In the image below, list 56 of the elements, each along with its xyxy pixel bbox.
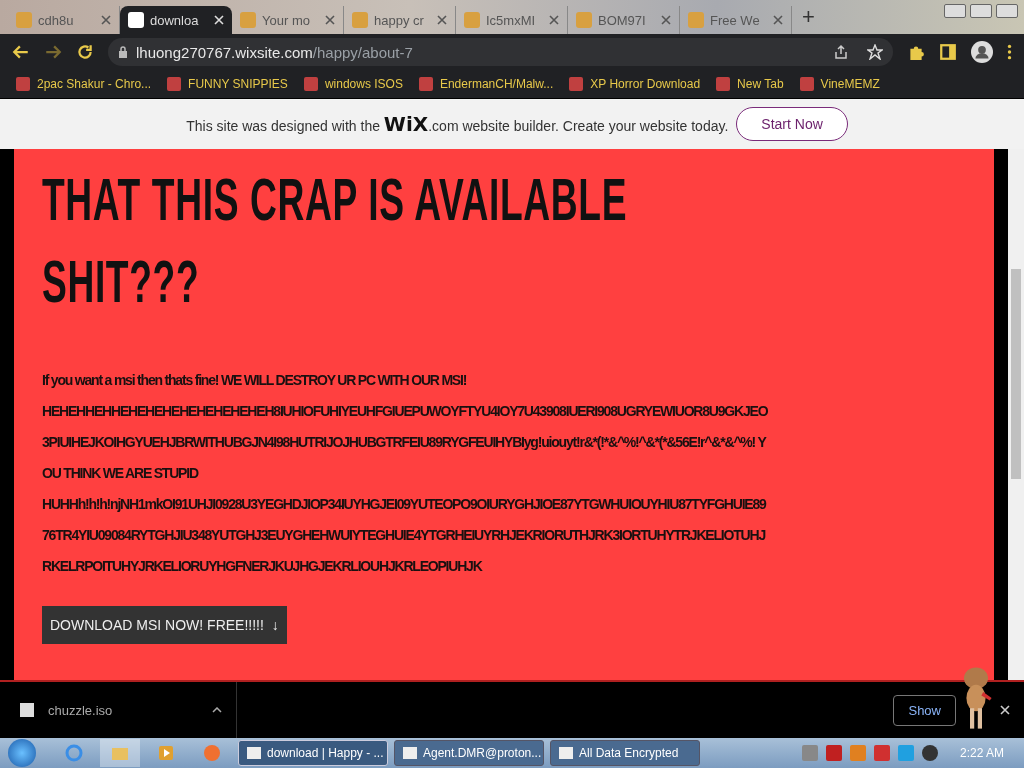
body-text: HUHHh!h!h!njNH1mkOI91UHJI0928U3YEGHDJIOP34IUYHGJEI09YUTEOPO9OIURYGHJIOE87YTGWHUIOUYHIU87TYFGHUIE8976TR4YIU09084RYTGHJIU348YUTGHJ3EUYGHEHWUIYTEGHUIE4YTGRHEIUYRHJEKRIORUTHJRK3IORTUHYTRJKELIOTUHJRKELRPOITUHYJRKELIORUYHGFNERJKUJHGJEKRLIOUHJKRLEOPIUHJK <box>42 495 768 576</box>
bookmark-link[interactable]: New Tab <box>716 77 784 91</box>
forward-icon[interactable] <box>44 43 62 61</box>
favicon-icon <box>240 12 256 28</box>
body-text: If you want a msi then thats fine! WE WILL DESTROY UR PC WITH OUR MSI! <box>42 371 468 390</box>
address-bar[interactable]: lhuong270767.wixsite.com/happy/about-7 <box>108 38 893 66</box>
taskbar-button[interactable]: Agent.DMR@proton... <box>394 740 544 766</box>
favicon-icon <box>576 12 592 28</box>
bookmark-link[interactable]: 2pac Shakur - Chro... <box>16 77 152 91</box>
window-icon <box>559 747 573 759</box>
sidebar-icon[interactable] <box>939 43 957 61</box>
favicon-icon <box>569 77 584 91</box>
favicon-icon <box>352 12 368 28</box>
profile-icon[interactable] <box>971 41 993 63</box>
browser-tab[interactable]: downloa <box>120 6 232 34</box>
favicon-icon <box>716 77 731 91</box>
caret-icon[interactable] <box>212 707 222 713</box>
favicon-icon <box>799 77 814 91</box>
body-text: HEHEHHEHHEHEHEHEHEHEHEHEHEH8IUHIOFUHIYEUHFGIUEPUWOYFTYU4IOY7U43908IUERI908UGRYEWIUOR8U9GKJEO3PIUIHEJKOIHGYUEHJBRWITHUBGJN4I98HUTRIJOJHUBGTRFEIU89RYGFEUIHYBIyg!uiouyt!r&*(!*&^%!^&*(*&56E!r^&*&^%! YOU THINK WE ARE STUPID <box>42 402 769 483</box>
window-icon <box>247 747 261 759</box>
share-icon[interactable] <box>833 44 849 60</box>
favicon-icon <box>418 77 433 91</box>
taskbar-button[interactable]: download | Happy - ... <box>238 740 388 766</box>
restore-button[interactable] <box>970 4 992 18</box>
lock-icon <box>118 46 128 58</box>
url-text: lhuong270767.wixsite.com/happy/about-7 <box>136 43 414 61</box>
favicon-icon <box>303 77 318 91</box>
new-tab-button[interactable]: + <box>792 4 825 34</box>
banner-text: This site was designed with the WiX.com website builder. Create your website today. <box>186 112 729 136</box>
bookmark-link[interactable]: windows ISOS <box>303 77 403 91</box>
menu-icon[interactable] <box>1007 43 1012 61</box>
favicon-icon <box>688 12 704 28</box>
download-button[interactable]: DOWNLOAD MSI NOW! FREE!!!!! ↓ <box>42 606 287 644</box>
back-icon[interactable] <box>12 43 30 61</box>
star-icon[interactable] <box>867 44 883 60</box>
bookmark-link[interactable]: EndermanCH/Malw... <box>418 77 554 91</box>
clock: 2:22 AM <box>959 746 1004 760</box>
bookmark-link[interactable]: XP Horror Download <box>569 77 701 91</box>
favicon-icon <box>16 12 32 28</box>
start-button[interactable] <box>8 739 36 767</box>
show-all-button[interactable]: Show <box>893 694 956 726</box>
window-icon <box>403 747 417 759</box>
tray-icon[interactable] <box>825 745 842 761</box>
favicon-icon <box>16 77 30 91</box>
scrollbar[interactable] <box>1008 149 1024 680</box>
bookmark-link[interactable]: VineMEMZ <box>799 77 880 91</box>
start-now-button[interactable]: Start Now <box>736 107 848 141</box>
page-heading: THAT THIS CRAP IS AVAILABLE SHIT??? <box>42 165 629 317</box>
favicon-icon <box>167 77 182 91</box>
close-window-button[interactable] <box>996 4 1018 18</box>
bookmark-link[interactable]: FUNNY SNIPPIES <box>167 77 288 91</box>
favicon-icon <box>464 12 480 28</box>
reload-icon[interactable] <box>76 43 94 61</box>
taskbar-button[interactable]: All Data Encrypted <box>550 740 700 766</box>
favicon-icon <box>128 12 144 28</box>
minimize-button[interactable] <box>944 4 966 18</box>
